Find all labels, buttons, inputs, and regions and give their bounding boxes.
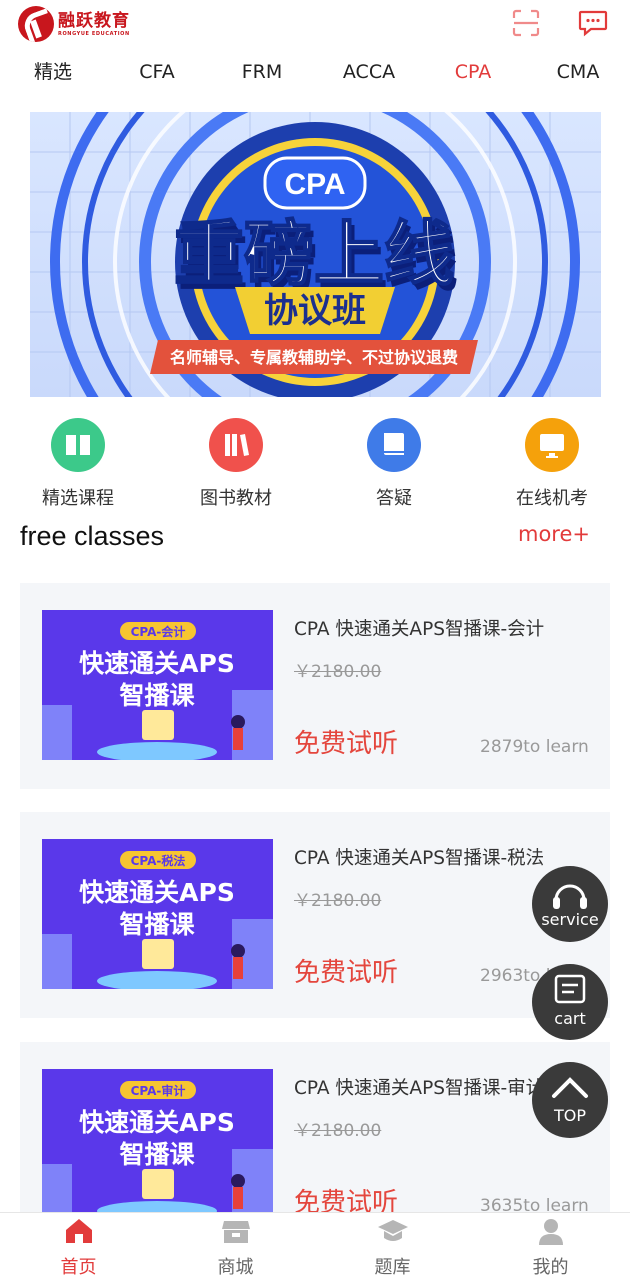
banner-subheadline: 协议班 <box>264 291 366 331</box>
logo-mark-icon <box>18 6 54 42</box>
tab-cpa[interactable]: CPA <box>438 52 508 92</box>
bottom-nav: 首页 商城 题库 我的 <box>0 1212 630 1280</box>
logo-subtitle: RONGYUE EDUCATION <box>58 31 130 37</box>
course-title: CPA 快速通关APS智播课-会计 <box>294 619 545 640</box>
thumb-line1: 快速通关APS <box>79 1108 235 1137</box>
free-trial-label: 免费试听 <box>294 729 399 759</box>
free-trial-label: 免费试听 <box>294 958 399 988</box>
quicknav-courses[interactable]: 精选课程 <box>8 418 148 510</box>
banner-headline: 重磅上线 <box>174 213 454 295</box>
nav-label: 首页 <box>60 1257 97 1278</box>
course-original-price: ￥2180.00 <box>294 891 382 911</box>
nav-label: 我的 <box>532 1257 569 1278</box>
chevron-up-icon <box>552 1077 588 1098</box>
message-icon[interactable] <box>578 9 608 37</box>
course-original-price: ￥2180.00 <box>294 1121 382 1141</box>
banner-ribbon: 名师辅导、专属教辅助学、不过协议退费 <box>170 348 458 367</box>
quicknav-label: 在线机考 <box>516 488 588 509</box>
course-tag: CPA-会计 <box>131 624 186 639</box>
thumb-line2: 智播课 <box>119 1140 195 1169</box>
section-title: free classes <box>20 521 165 551</box>
nav-shop[interactable]: 商城 <box>157 1213 314 1280</box>
quicknav-books[interactable]: 图书教材 <box>166 418 306 510</box>
top-label: TOP <box>553 1106 586 1125</box>
tab-jingxuan[interactable]: 精选 <box>18 52 88 92</box>
service-label: service <box>541 910 599 929</box>
tab-cfa[interactable]: CFA <box>122 52 192 92</box>
thumb-line2: 智播课 <box>119 910 195 939</box>
thumb-line1: 快速通关APS <box>79 878 235 907</box>
nav-question-bank[interactable]: 题库 <box>314 1213 471 1280</box>
scan-icon[interactable] <box>512 9 540 37</box>
nav-home[interactable]: 首页 <box>0 1213 157 1280</box>
tab-cma[interactable]: CMA <box>542 52 614 92</box>
cart-label: cart <box>554 1009 586 1028</box>
user-icon <box>539 1219 563 1245</box>
course-thumbnail: CPA-会计 快速通关APS 智播课 <box>42 610 273 760</box>
back-to-top-button[interactable]: TOP <box>532 1062 608 1138</box>
banner-graphic: CPA 重磅上线 重磅上线 协议班 名师辅导、专属教辅助学、不过协议退费 <box>30 112 601 397</box>
learner-count: 2879to learn <box>480 737 589 757</box>
tab-frm[interactable]: FRM <box>226 52 298 92</box>
thumb-line2: 智播课 <box>119 681 195 710</box>
course-card[interactable]: CPA-会计 快速通关APS 智播课 CPA 快速通关APS智播课-会计 ￥21… <box>20 583 610 789</box>
quicknav-exam[interactable]: 在线机考 <box>482 418 622 510</box>
quick-nav: 精选课程 图书教材 答疑 在线机考 <box>0 418 630 513</box>
cart-button[interactable]: cart <box>532 964 608 1040</box>
course-tag: CPA-税法 <box>131 853 186 868</box>
brand-logo[interactable]: 融跃教育 RONGYUE EDUCATION <box>18 6 130 42</box>
category-tabs: 精选 CFA FRM ACCA CPA CMA <box>0 52 630 92</box>
book-open-icon <box>51 418 105 472</box>
course-thumbnail: CPA-审计 快速通关APS 智播课 <box>42 1069 273 1219</box>
course-original-price: ￥2180.00 <box>294 662 382 682</box>
quicknav-label: 答疑 <box>376 488 412 509</box>
graduation-cap-icon <box>378 1220 408 1241</box>
course-title: CPA 快速通关APS智播课-审计 <box>294 1078 545 1099</box>
more-link[interactable]: more+ <box>518 522 590 546</box>
service-button[interactable]: service <box>532 866 608 942</box>
books-icon <box>209 418 263 472</box>
home-icon <box>66 1219 92 1243</box>
quicknav-qa[interactable]: 答疑 <box>324 418 464 510</box>
headset-icon <box>553 884 587 909</box>
promo-banner[interactable]: CPA 重磅上线 重磅上线 协议班 名师辅导、专属教辅助学、不过协议退费 <box>30 112 601 397</box>
course-title: CPA 快速通关APS智播课-税法 <box>294 848 545 869</box>
app-header: 融跃教育 RONGYUE EDUCATION <box>0 0 630 48</box>
thumb-line1: 快速通关APS <box>79 649 235 678</box>
course-thumbnail: CPA-税法 快速通关APS 智播课 <box>42 839 273 989</box>
nav-label: 题库 <box>374 1257 411 1278</box>
shop-icon <box>222 1221 250 1243</box>
quicknav-label: 图书教材 <box>200 488 272 509</box>
monitor-icon <box>525 418 579 472</box>
banner-badge: CPA <box>284 168 345 201</box>
nav-label: 商城 <box>217 1257 254 1278</box>
nav-profile[interactable]: 我的 <box>472 1213 629 1280</box>
cart-icon <box>554 974 586 1004</box>
tab-acca[interactable]: ACCA <box>332 52 406 92</box>
quicknav-label: 精选课程 <box>42 488 114 509</box>
logo-name: 融跃教育 <box>58 11 130 31</box>
book-icon <box>367 418 421 472</box>
course-card[interactable]: CPA-税法 快速通关APS 智播课 CPA 快速通关APS智播课-税法 ￥21… <box>20 812 610 1018</box>
course-tag: CPA-审计 <box>131 1083 186 1098</box>
